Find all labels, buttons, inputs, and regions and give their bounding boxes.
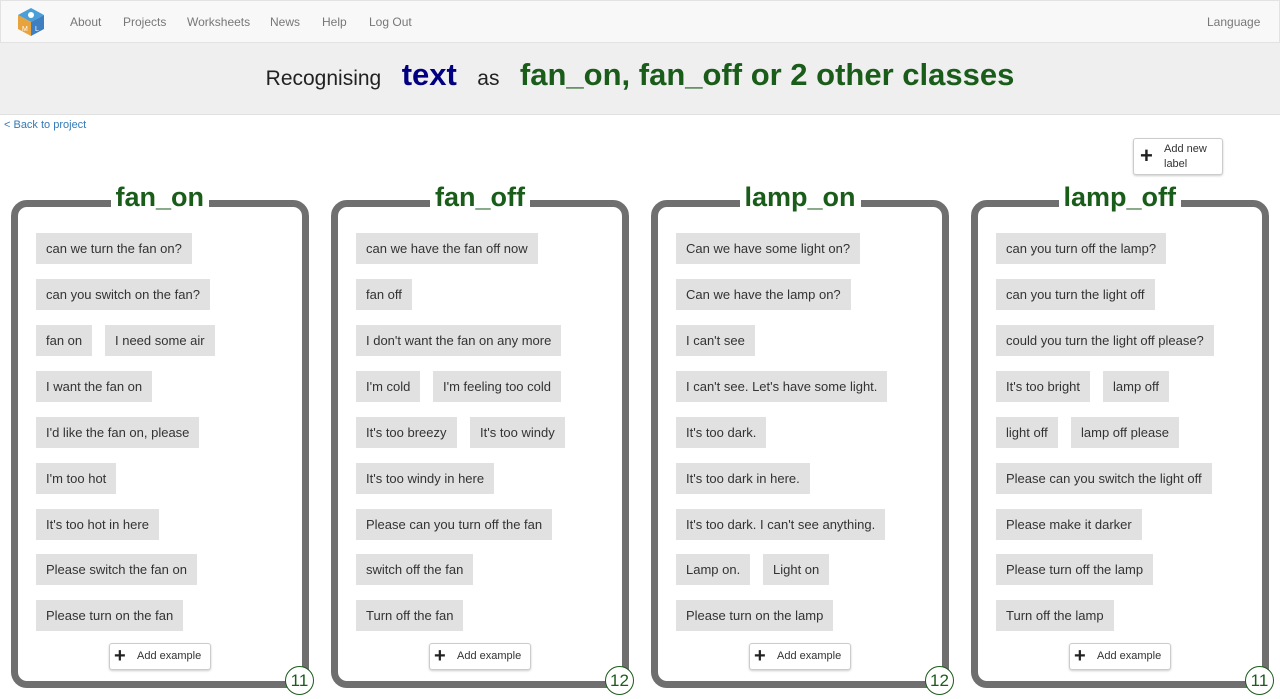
training-example[interactable]: Please switch the fan on	[36, 554, 197, 585]
training-example[interactable]: I can't see	[676, 325, 755, 356]
training-example[interactable]: It's too dark.	[676, 417, 767, 448]
training-example[interactable]: It's too dark. I can't see anything.	[676, 509, 886, 540]
add-example-label: Add example	[777, 650, 842, 662]
page-title: Recognising text as fan_on, fan_off or 2…	[0, 57, 1280, 93]
training-example[interactable]: I can't see. Let's have some light.	[676, 371, 888, 402]
training-example[interactable]: fan off	[356, 279, 412, 310]
training-example[interactable]: switch off the fan	[356, 554, 474, 585]
label-title[interactable]: fan_off	[430, 180, 530, 214]
training-example[interactable]: light off	[996, 417, 1058, 448]
svg-text:M: M	[22, 26, 28, 33]
training-example[interactable]: Please turn on the fan	[36, 600, 184, 631]
training-example[interactable]: It's too windy	[470, 417, 565, 448]
training-example[interactable]: I'm too hot	[36, 463, 117, 494]
training-example[interactable]: lamp off	[1103, 371, 1170, 402]
plus-icon: +	[114, 645, 126, 667]
label-title[interactable]: fan_on	[110, 180, 210, 214]
training-example[interactable]: Please can you turn off the fan	[356, 509, 553, 540]
training-example[interactable]: lamp off please	[1071, 417, 1179, 448]
svg-text:L: L	[35, 26, 39, 33]
nav-log-out[interactable]: Log Out	[369, 15, 412, 29]
example-count-badge: 12	[925, 666, 954, 695]
add-example-button[interactable]: + Add example	[1069, 643, 1172, 670]
training-example[interactable]: can we turn the fan on?	[36, 233, 192, 264]
plus-icon: +	[1074, 645, 1086, 667]
training-example[interactable]: I need some air	[105, 325, 215, 356]
nav-language-menu[interactable]: Language	[1207, 15, 1260, 29]
training-example[interactable]: Please can you switch the light off	[996, 463, 1212, 494]
training-example[interactable]: can you switch on the fan?	[36, 279, 210, 310]
training-example[interactable]: It's too hot in here	[36, 509, 159, 540]
training-example[interactable]: Please turn off the lamp	[996, 554, 1154, 585]
title-project-type: text	[401, 57, 457, 92]
training-example[interactable]: Lamp on.	[676, 554, 751, 585]
back-to-project-link[interactable]: < Back to project	[4, 119, 86, 131]
training-example[interactable]: I'm feeling too cold	[433, 371, 561, 402]
training-example[interactable]: It's too bright	[996, 371, 1091, 402]
app-logo-icon[interactable]: M L	[17, 7, 45, 37]
nav-worksheets[interactable]: Worksheets	[187, 15, 250, 29]
training-example[interactable]: fan on	[36, 325, 93, 356]
training-example[interactable]: I don't want the fan on any more	[356, 325, 562, 356]
title-as: as	[477, 67, 500, 90]
nav-news[interactable]: News	[270, 15, 300, 29]
top-navbar: M L About Projects Worksheets News Help …	[0, 0, 1280, 43]
add-new-label-button[interactable]: + Add new label	[1133, 138, 1223, 175]
example-count-badge: 11	[285, 666, 314, 695]
title-recognising: Recognising	[265, 67, 382, 90]
training-example[interactable]: Can we have some light on?	[676, 233, 861, 264]
training-example[interactable]: Light on	[763, 554, 830, 585]
plus-icon: +	[1140, 143, 1153, 168]
training-example[interactable]: I'm cold	[356, 371, 421, 402]
training-example[interactable]: Can we have the lamp on?	[676, 279, 851, 310]
training-example[interactable]: Please make it darker	[996, 509, 1142, 540]
nav-about[interactable]: About	[70, 15, 101, 29]
training-example[interactable]: It's too breezy	[356, 417, 457, 448]
training-example[interactable]: can you turn the light off	[996, 279, 1155, 310]
add-example-button[interactable]: + Add example	[109, 643, 212, 670]
training-example[interactable]: can we have the fan off now	[356, 233, 538, 264]
training-example[interactable]: could you turn the light off please?	[996, 325, 1214, 356]
training-example[interactable]: Turn off the lamp	[996, 600, 1114, 631]
training-example[interactable]: can you turn off the lamp?	[996, 233, 1167, 264]
example-count-badge: 11	[1245, 666, 1274, 695]
add-example-label: Add example	[137, 650, 202, 662]
training-example[interactable]: I want the fan on	[36, 371, 153, 402]
training-example[interactable]: It's too windy in here	[356, 463, 495, 494]
add-example-label: Add example	[457, 650, 522, 662]
add-new-label-text: Add new label	[1164, 143, 1207, 170]
example-count-badge: 12	[605, 666, 634, 695]
training-example[interactable]: It's too dark in here.	[676, 463, 810, 494]
add-example-button[interactable]: + Add example	[429, 643, 532, 670]
training-example[interactable]: Turn off the fan	[356, 600, 464, 631]
nav-help[interactable]: Help	[322, 15, 347, 29]
label-title[interactable]: lamp_off	[1058, 180, 1182, 214]
add-example-button[interactable]: + Add example	[749, 643, 852, 670]
title-classes: fan_on, fan_off or 2 other classes	[519, 57, 1015, 92]
training-example[interactable]: Please turn on the lamp	[676, 600, 834, 631]
project-title-bar: Recognising text as fan_on, fan_off or 2…	[0, 43, 1280, 115]
label-title[interactable]: lamp_on	[739, 180, 861, 214]
plus-icon: +	[754, 645, 766, 667]
nav-projects[interactable]: Projects	[123, 15, 166, 29]
training-example[interactable]: I'd like the fan on, please	[36, 417, 200, 448]
add-example-label: Add example	[1097, 650, 1162, 662]
plus-icon: +	[434, 645, 446, 667]
